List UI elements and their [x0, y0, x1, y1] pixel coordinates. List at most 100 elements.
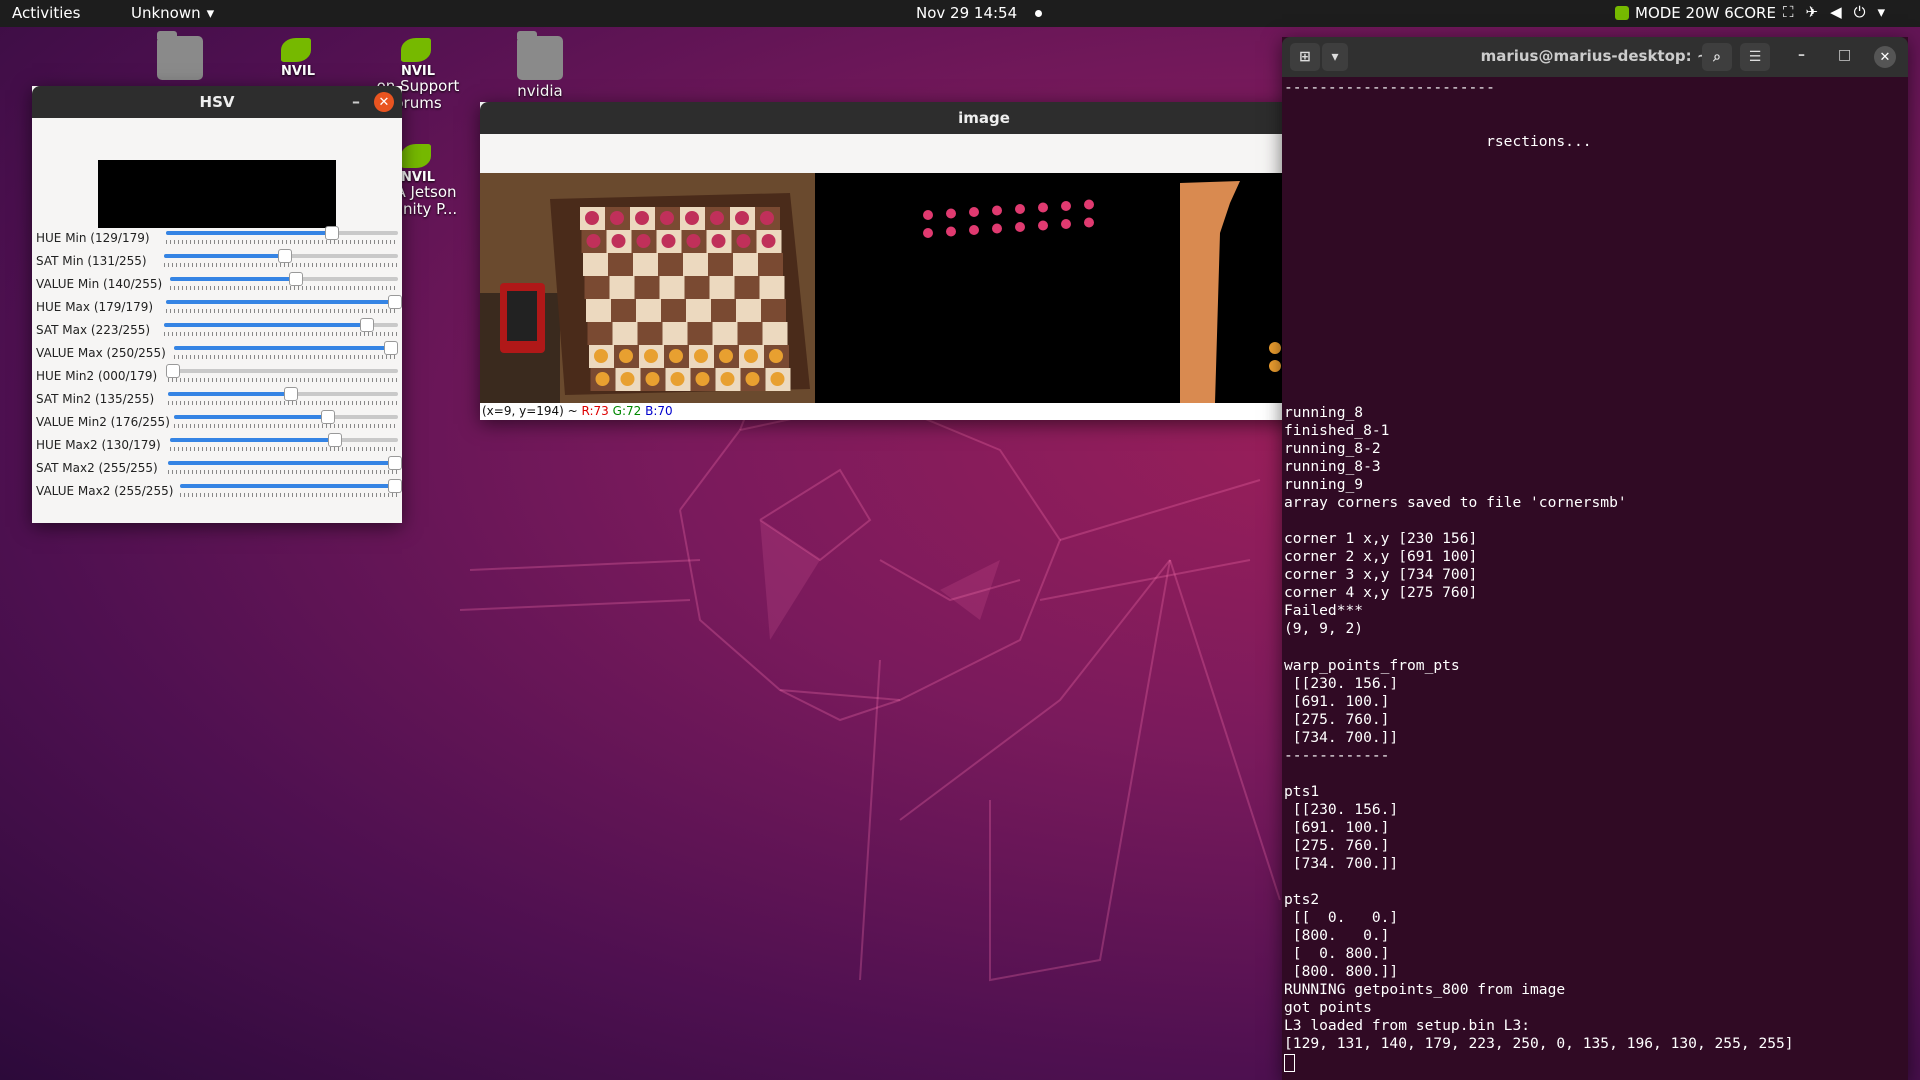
terminal-titlebar[interactable]: ⊞ ▾ marius@marius-desktop: ~ ⌕ ☰ – □ ✕ — [1282, 37, 1908, 77]
folder-icon — [157, 31, 203, 80]
clock[interactable]: Nov 29 14:54 — [916, 4, 1043, 22]
folder-icon — [517, 31, 563, 80]
red-mask-blob — [923, 228, 933, 238]
slider-knob[interactable] — [327, 433, 342, 447]
yellow-piece — [745, 372, 760, 386]
red-piece — [636, 234, 651, 248]
close-icon[interactable]: ✕ — [374, 92, 394, 112]
slider-track[interactable] — [168, 387, 398, 401]
slider-track[interactable] — [164, 318, 398, 332]
board-square — [683, 253, 708, 276]
hsv-titlebar[interactable]: HSV – ✕ — [32, 86, 402, 118]
orange-mask-blob — [1269, 360, 1281, 372]
slider-track[interactable] — [174, 341, 398, 355]
slider-ticks — [174, 424, 398, 428]
app-menu[interactable]: Unknown ▾ — [131, 4, 214, 22]
slider-track[interactable] — [164, 249, 398, 263]
slider-track[interactable] — [174, 410, 398, 424]
desktop-icon-nvidia-folder[interactable]: nvidia — [490, 31, 590, 100]
desktop-icon-label: nvidia — [517, 82, 563, 100]
slider-ticks — [168, 378, 398, 382]
maximize-icon[interactable]: □ — [1838, 47, 1851, 63]
desktop-icon-folder-link[interactable] — [130, 31, 230, 82]
hsv-slider-row[interactable]: HUE Max (179/179) — [36, 295, 402, 320]
terminal-window: ⊞ ▾ marius@marius-desktop: ~ ⌕ ☰ – □ ✕ -… — [1282, 37, 1908, 1080]
power-mode-indicator[interactable]: MODE 20W 6CORE — [1615, 4, 1776, 22]
close-icon[interactable]: ✕ — [1874, 46, 1896, 68]
red-mask-blob — [969, 225, 979, 235]
yellow-piece — [770, 372, 785, 386]
red-piece — [760, 211, 774, 225]
board-square — [708, 253, 733, 276]
airplane-icon: ✈ — [1805, 3, 1819, 21]
slider-ticks — [166, 309, 398, 313]
yellow-piece — [695, 372, 710, 386]
top-bar: Activities Unknown ▾ Nov 29 14:54 MODE 2… — [0, 0, 1920, 27]
desktop-icon-nvidia[interactable]: NVIL — [248, 34, 348, 80]
nvidia-icon — [1615, 6, 1629, 20]
slider-knob[interactable] — [278, 249, 293, 263]
slider-knob[interactable] — [321, 410, 336, 424]
hsv-slider-row[interactable]: SAT Max2 (255/255) — [36, 456, 402, 481]
minimize-icon[interactable]: – — [352, 92, 360, 111]
slider-fill — [174, 346, 386, 350]
board-square — [712, 322, 738, 345]
slider-track[interactable] — [180, 479, 402, 493]
orange-mask-blob — [1269, 342, 1281, 354]
slider-track[interactable] — [166, 295, 402, 309]
slider-knob[interactable] — [325, 226, 340, 240]
slider-track[interactable] — [170, 433, 398, 447]
yellow-piece — [694, 349, 708, 363]
slider-knob[interactable] — [359, 318, 374, 332]
search-icon[interactable]: ⌕ — [1702, 43, 1732, 71]
red-mask-blob — [1038, 202, 1048, 213]
slider-track[interactable] — [168, 456, 402, 470]
nvidia-logo-icon: NVIL — [395, 34, 441, 79]
slider-knob[interactable] — [388, 295, 402, 309]
hsv-preview — [98, 160, 336, 228]
slider-knob[interactable] — [388, 456, 402, 470]
hsv-slider-row[interactable]: HUE Min2 (000/179) — [36, 364, 400, 389]
board-square — [758, 253, 783, 276]
board-square — [762, 322, 788, 345]
hsv-slider-row[interactable]: SAT Max (223/255) — [36, 318, 400, 343]
hsv-slider-row[interactable]: VALUE Min (140/255) — [36, 272, 400, 297]
hsv-slider-row[interactable]: SAT Min2 (135/255) — [36, 387, 400, 412]
app-menu-label: Unknown — [131, 4, 201, 22]
nvidia-logo-icon: NVIL — [275, 34, 321, 79]
board-square — [709, 276, 735, 299]
hsv-slider-row[interactable]: VALUE Max (250/255) — [36, 341, 400, 366]
slider-label: SAT Min (131/255) — [36, 254, 147, 268]
red-piece — [635, 211, 649, 225]
system-tray[interactable]: ⛶ ✈ ◀ ⏻ ▾ — [1783, 3, 1885, 21]
slider-track[interactable] — [166, 226, 398, 240]
hsv-slider-row[interactable]: HUE Max2 (130/179) — [36, 433, 400, 458]
hsv-slider-row[interactable]: HUE Min (129/179) — [36, 226, 400, 251]
slider-track[interactable] — [170, 272, 398, 286]
slider-label: SAT Max2 (255/255) — [36, 461, 158, 475]
red-mask-blob — [1038, 220, 1048, 231]
board-square — [637, 322, 663, 345]
red-piece — [660, 211, 674, 225]
slider-knob[interactable] — [383, 341, 398, 355]
slider-track[interactable] — [166, 364, 398, 378]
board-square — [611, 299, 636, 322]
minimize-icon[interactable]: – — [1798, 47, 1805, 63]
red-piece — [711, 234, 726, 248]
hsv-slider-row[interactable]: VALUE Max2 (255/255) — [36, 479, 402, 504]
slider-knob[interactable] — [166, 364, 180, 378]
red-piece — [585, 211, 599, 225]
red-piece — [661, 234, 676, 248]
hsv-slider-row[interactable]: VALUE Min2 (176/255) — [36, 410, 400, 435]
hsv-slider-row[interactable]: SAT Min (131/255) — [36, 249, 400, 274]
slider-knob[interactable] — [283, 387, 298, 401]
red-piece — [710, 211, 724, 225]
hamburger-menu-icon[interactable]: ☰ — [1740, 43, 1770, 71]
red-piece — [586, 234, 601, 248]
slider-label: VALUE Min2 (176/255) — [36, 415, 170, 429]
slider-knob[interactable] — [288, 272, 303, 286]
terminal-output[interactable]: ------------------------ rsections... ru… — [1284, 79, 1794, 1072]
slider-knob[interactable] — [388, 479, 402, 493]
activities-button[interactable]: Activities — [12, 4, 80, 22]
red-piece — [761, 234, 776, 248]
